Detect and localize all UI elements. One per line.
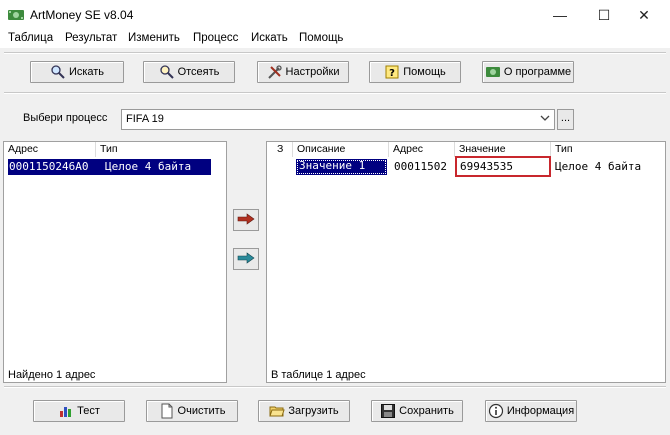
magnifier-filter-icon [159, 64, 175, 80]
found-count-status: Найдено 1 адрес [8, 369, 96, 381]
move-to-results-button[interactable] [233, 248, 259, 270]
window-title: ArtMoney SE v8.04 [30, 8, 134, 22]
arrow-right-icon [237, 212, 255, 228]
about-button[interactable]: О программе [482, 61, 574, 83]
blank-page-icon [159, 403, 175, 419]
filter-button-label: Отсеять [177, 66, 220, 78]
process-browse-button[interactable]: ... [557, 109, 574, 130]
address-table[interactable]: З Описание Адрес Значение Тип Значение 1… [266, 141, 666, 383]
test-button[interactable]: Тест [33, 400, 125, 422]
table-count-status: В таблице 1 адрес [271, 369, 366, 381]
help-button[interactable]: ? Помощь [369, 61, 461, 83]
column-header-description[interactable]: Описание [293, 142, 389, 157]
toolbar-separator [4, 52, 666, 54]
load-button-label: Загрузить [288, 405, 339, 417]
title-bar[interactable]: ArtMoney SE v8.04 — ☐ ✕ [0, 0, 670, 30]
menu-bar: Таблица Результат Изменить Процесс Искат… [0, 30, 670, 48]
maximize-button[interactable]: ☐ [584, 4, 624, 26]
row-address: 00011502 [394, 160, 447, 173]
search-button-label: Искать [68, 66, 105, 78]
artmoney-app-icon [8, 8, 24, 22]
about-button-label: О программе [503, 66, 572, 78]
menu-search[interactable]: Искать [251, 32, 288, 44]
column-header-address[interactable]: Адрес [389, 142, 455, 157]
toolbar-separator-bottom [4, 92, 666, 94]
process-selected-value: FIFA 19 [126, 113, 164, 125]
arrow-right-teal-icon [237, 251, 255, 267]
load-button[interactable]: Загрузить [258, 400, 350, 422]
svg-text:?: ? [389, 68, 395, 79]
column-header-type[interactable]: Тип [96, 142, 226, 157]
magnifier-icon [50, 64, 66, 80]
search-results-list[interactable]: Адрес Тип 0001150246A0 Целое 4 байта [3, 141, 227, 383]
clear-button-label: Очистить [177, 405, 226, 417]
column-header-address[interactable]: Адрес [4, 142, 96, 157]
column-header-freeze[interactable]: З [267, 142, 293, 157]
open-folder-icon [269, 403, 286, 419]
freeze-checkbox[interactable] [273, 160, 287, 174]
tools-icon [267, 64, 283, 80]
bottom-toolbar-separator [4, 386, 666, 388]
settings-button[interactable]: Настройки [257, 61, 349, 83]
menu-process[interactable]: Процесс [193, 32, 238, 44]
test-button-label: Тест [77, 405, 100, 417]
row-description[interactable]: Значение 1 [296, 159, 387, 175]
menu-help[interactable]: Помощь [299, 32, 343, 44]
settings-button-label: Настройки [285, 66, 340, 78]
minimize-button[interactable]: — [540, 4, 580, 26]
menu-table[interactable]: Таблица [8, 32, 53, 44]
result-type: Целое 4 байта [105, 160, 192, 173]
chevron-down-icon [540, 113, 550, 126]
process-label: Выбери процесс [23, 112, 108, 124]
question-mark-icon: ? [384, 64, 400, 80]
add-to-table-button[interactable] [233, 209, 259, 231]
save-button[interactable]: Сохранить [371, 400, 463, 422]
column-header-type[interactable]: Тип [551, 142, 665, 157]
floppy-disk-icon [380, 403, 396, 419]
table-row[interactable]: 0001150246A0 Целое 4 байта [8, 159, 211, 175]
close-button[interactable]: ✕ [624, 4, 664, 26]
filter-button[interactable]: Отсеять [143, 61, 235, 83]
info-icon [488, 403, 504, 419]
help-button-label: Помощь [403, 66, 446, 78]
menu-edit[interactable]: Изменить [128, 32, 180, 44]
save-button-label: Сохранить [399, 405, 454, 417]
process-dropdown[interactable]: FIFA 19 [121, 109, 555, 130]
column-header-value[interactable]: Значение [455, 142, 551, 157]
app-logo-icon [485, 64, 501, 80]
clear-button[interactable]: Очистить [146, 400, 238, 422]
bar-chart-icon [58, 403, 74, 419]
menu-result[interactable]: Результат [65, 32, 117, 44]
search-button[interactable]: Искать [30, 61, 124, 83]
row-type: Целое 4 байта [555, 160, 642, 173]
result-address: 0001150246A0 [9, 160, 89, 173]
info-button[interactable]: Информация [485, 400, 577, 422]
value-highlight-box [455, 156, 551, 177]
info-button-label: Информация [506, 405, 575, 417]
